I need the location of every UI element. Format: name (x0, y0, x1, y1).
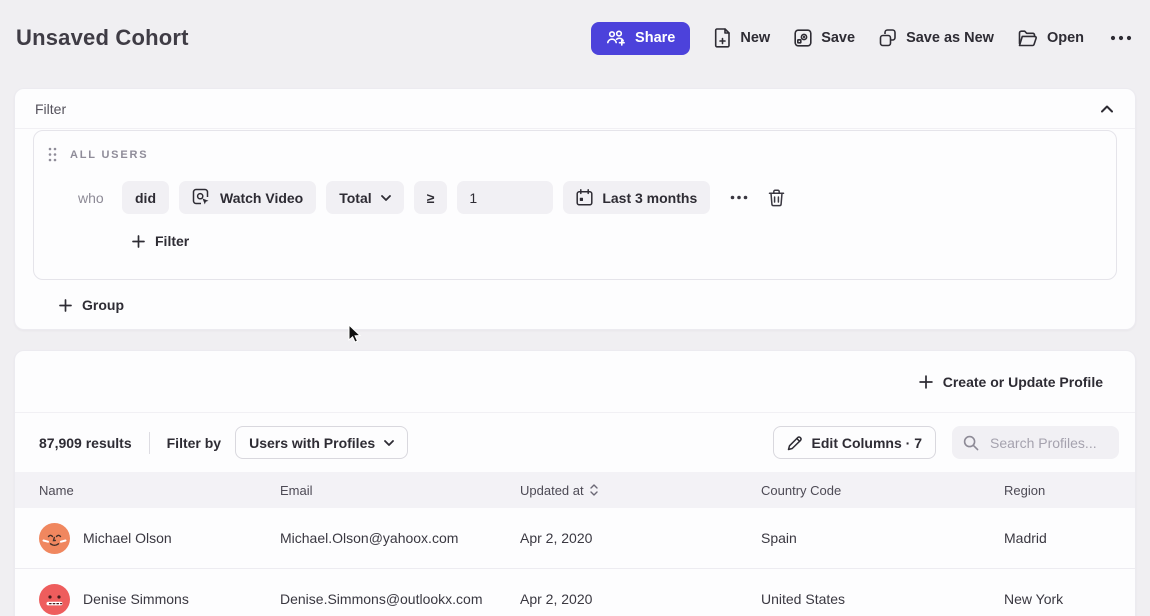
column-header-region: Region (1004, 483, 1135, 498)
share-button[interactable]: Share (591, 22, 690, 55)
profile-updated-at: Apr 2, 2020 (520, 591, 761, 607)
column-header-country-code: Country Code (761, 483, 1004, 498)
search-box (952, 426, 1119, 459)
create-or-update-profile-button[interactable]: Create or Update Profile (913, 370, 1109, 394)
profile-name: Denise Simmons (83, 591, 189, 607)
did-button-label: did (135, 190, 156, 206)
results-panel: Create or Update Profile 87,909 results … (14, 350, 1136, 616)
open-button[interactable]: Open (1018, 30, 1084, 47)
save-button-label: Save (821, 30, 855, 46)
profile-country-code: United States (761, 591, 1004, 607)
chevron-up-icon (1101, 105, 1113, 113)
aggregation-dropdown[interactable]: Total (326, 181, 403, 214)
mouse-cursor (348, 324, 362, 344)
more-options-button[interactable] (1108, 31, 1134, 45)
save-button[interactable]: Save (794, 29, 855, 47)
table-row[interactable]: Michael Olson Michael.Olson@yahoox.com A… (15, 508, 1135, 569)
filter-condition-row: who did Watch Video Total (34, 181, 1116, 214)
search-icon (963, 435, 979, 451)
app-root: Unsaved Cohort Share (0, 0, 1150, 616)
open-button-label: Open (1047, 30, 1084, 46)
event-select-button[interactable]: Watch Video (179, 181, 316, 214)
date-range-label: Last 3 months (602, 190, 697, 206)
operator-button[interactable]: ≥ (414, 181, 448, 214)
filter-panel-title: Filter (35, 101, 66, 117)
event-click-icon (192, 188, 211, 207)
smiling-face-avatar (39, 523, 70, 554)
divider (149, 432, 150, 454)
plus-icon (59, 299, 72, 312)
save-icon (794, 29, 812, 47)
new-file-icon (714, 28, 731, 48)
add-group-label: Group (82, 297, 124, 313)
sort-arrows-icon (590, 484, 598, 496)
profile-region: New York (1004, 591, 1135, 607)
zipper-face-avatar (39, 584, 70, 615)
chevron-down-icon (381, 195, 391, 201)
profile-updated-at: Apr 2, 2020 (520, 530, 761, 546)
delete-condition-button[interactable] (764, 185, 789, 211)
profile-country-code: Spain (761, 530, 1004, 546)
date-range-button[interactable]: Last 3 months (563, 181, 710, 214)
table-header-row: Name Email Updated at Country Code Regio… (15, 472, 1135, 508)
group-label: ALL USERS (70, 149, 148, 161)
calendar-icon (576, 189, 593, 206)
did-button[interactable]: did (122, 181, 169, 214)
profile-name-cell: Michael Olson (39, 523, 280, 554)
new-button[interactable]: New (714, 28, 770, 48)
filter-group-header: ALL USERS (34, 131, 1116, 162)
profile-region: Madrid (1004, 530, 1135, 546)
save-as-new-button[interactable]: Save as New (879, 29, 994, 47)
ellipsis-icon (1110, 35, 1132, 41)
condition-more-button[interactable] (726, 191, 752, 204)
condition-prefix-label: who (78, 190, 108, 206)
header: Unsaved Cohort Share (0, 0, 1150, 76)
add-group-button[interactable]: Group (53, 293, 130, 317)
ellipsis-icon (730, 195, 748, 200)
share-button-label: Share (635, 30, 675, 46)
event-select-label: Watch Video (220, 190, 303, 206)
aggregation-label: Total (339, 190, 371, 206)
filter-panel: Filter ALL USERS who (14, 88, 1136, 330)
new-button-label: New (740, 30, 770, 46)
save-as-new-icon (879, 29, 897, 47)
profile-email: Michael.Olson@yahoox.com (280, 530, 520, 546)
column-header-name: Name (39, 483, 280, 498)
plus-icon (919, 375, 933, 389)
results-toolbar: 87,909 results Filter by Users with Prof… (15, 413, 1135, 472)
profile-filter-dropdown[interactable]: Users with Profiles (235, 426, 408, 459)
trash-icon (768, 189, 785, 207)
drag-handle-icon[interactable] (48, 147, 57, 162)
profile-email: Denise.Simmons@outlookx.com (280, 591, 520, 607)
filter-by-label: Filter by (167, 435, 221, 451)
operator-label: ≥ (427, 190, 435, 206)
open-folder-icon (1018, 30, 1038, 47)
filter-group-card: ALL USERS who did Watch Video (33, 130, 1117, 280)
filter-panel-header: Filter (15, 89, 1135, 128)
edit-columns-label: Edit Columns · 7 (812, 435, 922, 451)
create-or-update-profile-label: Create or Update Profile (943, 374, 1103, 390)
page-title: Unsaved Cohort (16, 25, 189, 51)
save-as-new-button-label: Save as New (906, 30, 994, 46)
plus-icon (132, 235, 145, 248)
column-header-email: Email (280, 483, 520, 498)
column-header-updated-at[interactable]: Updated at (520, 483, 761, 498)
collapse-filter-button[interactable] (1099, 103, 1115, 115)
results-count: 87,909 results (39, 435, 132, 451)
search-profiles-input[interactable] (988, 434, 1112, 452)
profile-name: Michael Olson (83, 530, 172, 546)
share-users-icon (606, 30, 626, 46)
toolbar: Share New (591, 22, 1134, 55)
threshold-value-input[interactable] (457, 181, 553, 214)
add-filter-label: Filter (155, 233, 189, 249)
table-row[interactable]: Denise Simmons Denise.Simmons@outlookx.c… (15, 569, 1135, 616)
edit-columns-button[interactable]: Edit Columns · 7 (773, 426, 936, 459)
profile-name-cell: Denise Simmons (39, 584, 280, 615)
pencil-icon (787, 435, 803, 451)
add-filter-button[interactable]: Filter (126, 229, 195, 253)
create-profile-row: Create or Update Profile (15, 351, 1135, 413)
profile-filter-label: Users with Profiles (249, 435, 375, 451)
chevron-down-icon (384, 440, 394, 446)
divider (15, 128, 1135, 129)
